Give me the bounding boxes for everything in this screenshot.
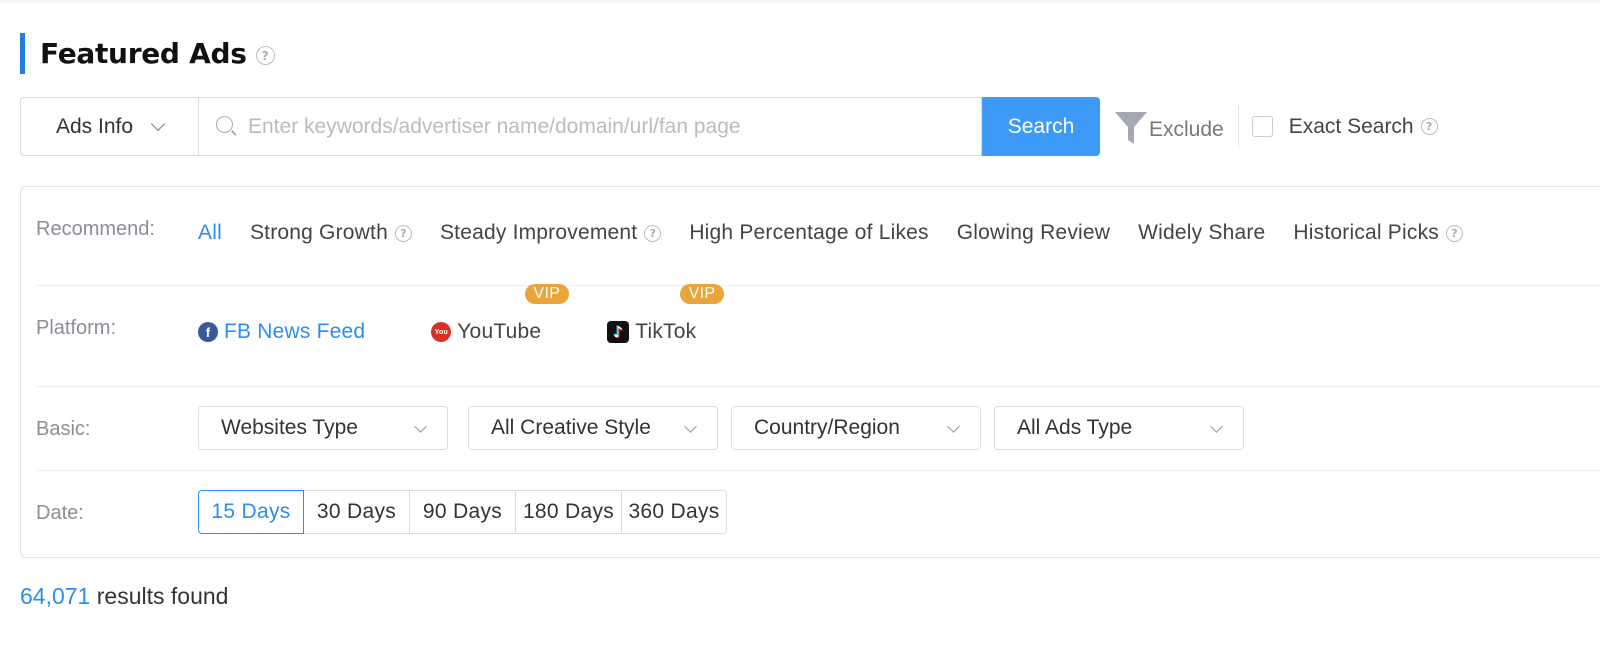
recommend-option-label: All (198, 221, 222, 244)
recommend-option-label: Steady Improvement (439, 221, 638, 244)
filter-row-platform: Platform: f FB News Feed You YouTube VIP ♪ Tik… (36, 284, 1600, 387)
date-option-180-days[interactable]: 180 Days (515, 490, 622, 534)
date-option-90-days[interactable]: 90 Days (409, 490, 516, 534)
dropdown-websites-type[interactable]: Websites Type (198, 406, 448, 450)
recommend-option-label: Historical Picks (1293, 221, 1439, 244)
dropdown-label: All Ads Type (1017, 416, 1133, 439)
basic-dropdowns: Websites Type All Creative Style Country/R… (198, 406, 1244, 450)
platform-option-label: FB News Feed (224, 320, 366, 343)
search-button[interactable]: Search (982, 97, 1100, 156)
recommend-option-high-percentage-of-likes[interactable]: High Percentage of Likes (689, 221, 928, 245)
recommend-option-all[interactable]: All (198, 221, 222, 245)
chevron-down-icon (1210, 420, 1223, 433)
vip-badge: VIP (679, 284, 725, 304)
youtube-icon-glyph: You (434, 328, 448, 336)
dropdown-all-ads-type[interactable]: All Ads Type (994, 406, 1244, 450)
dropdown-label: Country/Region (754, 416, 900, 439)
divider (1237, 106, 1239, 147)
tiktok-icon-glyph: ♪ (613, 323, 624, 341)
facebook-icon: f (198, 322, 218, 342)
facebook-icon-glyph: f (205, 324, 211, 340)
exact-search-checkbox[interactable] (1251, 116, 1273, 137)
recommend-option-steady-improvement[interactable]: Steady Improvement? (439, 221, 662, 245)
search-scope-label: Ads Info (55, 114, 134, 138)
vip-badge: VIP (524, 284, 570, 304)
date-option-15-days[interactable]: 15 Days (198, 490, 304, 534)
filter-label-recommend: Recommend: (36, 218, 155, 240)
exclude-label: Exclude (1149, 117, 1224, 141)
youtube-icon: You (431, 322, 452, 342)
platform-option-tiktok[interactable]: ♪ TikTok VIP (607, 284, 725, 344)
platform-option-youtube[interactable]: You YouTube VIP (431, 284, 570, 344)
results-summary: 64,071 results found (20, 583, 228, 610)
search-input[interactable] (248, 114, 948, 139)
top-shadow (0, 0, 1600, 4)
title-accent-bar (20, 33, 25, 74)
dropdown-all-creative-style[interactable]: All Creative Style (468, 406, 718, 450)
tiktok-icon: ♪ (607, 321, 630, 343)
exact-search-label[interactable]: Exact Search (1289, 115, 1414, 139)
results-count: 64,071 (20, 583, 91, 609)
date-option-30-days[interactable]: 30 Days (303, 490, 410, 534)
help-icon[interactable]: ? (1420, 118, 1438, 135)
search-bar: Ads Info Search Exclude Exact Search ? (20, 97, 1438, 156)
recommend-option-historical-picks[interactable]: Historical Picks? (1293, 221, 1463, 245)
results-label: results found (90, 583, 229, 609)
filter-label-basic: Basic: (36, 418, 91, 440)
chevron-down-icon (947, 420, 960, 433)
recommend-option-label: High Percentage of Likes (689, 221, 929, 244)
recommend-options: All Strong Growth? Steady Improvement? High… (198, 221, 1491, 245)
platform-option-label: TikTok (635, 320, 697, 343)
help-icon[interactable]: ? (644, 224, 662, 242)
chevron-down-icon (150, 116, 166, 131)
recommend-option-strong-growth[interactable]: Strong Growth? (250, 221, 412, 245)
chevron-down-icon (414, 420, 427, 433)
dropdown-label: Websites Type (221, 416, 358, 439)
filter-panel: Recommend: All Strong Growth? Steady Impro… (20, 186, 1600, 558)
page-header: Featured Ads ? (20, 33, 275, 74)
recommend-option-label: Widely Share (1138, 221, 1266, 244)
recommend-option-label: Glowing Review (956, 221, 1111, 244)
dropdown-country-region[interactable]: Country/Region (731, 406, 981, 450)
filter-row-basic: Basic: Websites Type All Creative Style Co… (36, 387, 1600, 471)
filter-icon (1115, 111, 1147, 144)
page-title: Featured Ads (40, 37, 247, 70)
date-option-360-days[interactable]: 360 Days (621, 490, 727, 534)
search-box[interactable] (198, 97, 982, 156)
search-icon (216, 115, 238, 138)
platform-options: f FB News Feed You YouTube VIP ♪ TikTok VIP (198, 284, 725, 344)
platform-option-label: YouTube (457, 320, 542, 343)
recommend-option-label: Strong Growth (249, 221, 388, 244)
help-icon[interactable]: ? (394, 224, 412, 242)
help-icon[interactable]: ? (1445, 224, 1463, 242)
recommend-option-glowing-review[interactable]: Glowing Review (957, 221, 1110, 245)
help-icon[interactable]: ? (255, 46, 275, 65)
dropdown-label: All Creative Style (491, 416, 651, 439)
filter-label-date: Date: (36, 502, 84, 524)
filter-row-date: Date: 15 Days 30 Days 90 Days 180 Days 360 D… (36, 471, 1600, 557)
recommend-option-widely-share[interactable]: Widely Share (1138, 221, 1265, 245)
platform-option-fb-news-feed[interactable]: f FB News Feed (198, 320, 365, 344)
date-range-buttons: 15 Days 30 Days 90 Days 180 Days 360 Days (198, 490, 727, 534)
filter-label-platform: Platform: (36, 317, 117, 339)
chevron-down-icon (684, 420, 697, 433)
search-scope-dropdown[interactable]: Ads Info (20, 97, 198, 156)
filter-row-recommend: Recommend: All Strong Growth? Steady Impro… (36, 187, 1600, 286)
exclude-button[interactable]: Exclude (1113, 107, 1224, 147)
